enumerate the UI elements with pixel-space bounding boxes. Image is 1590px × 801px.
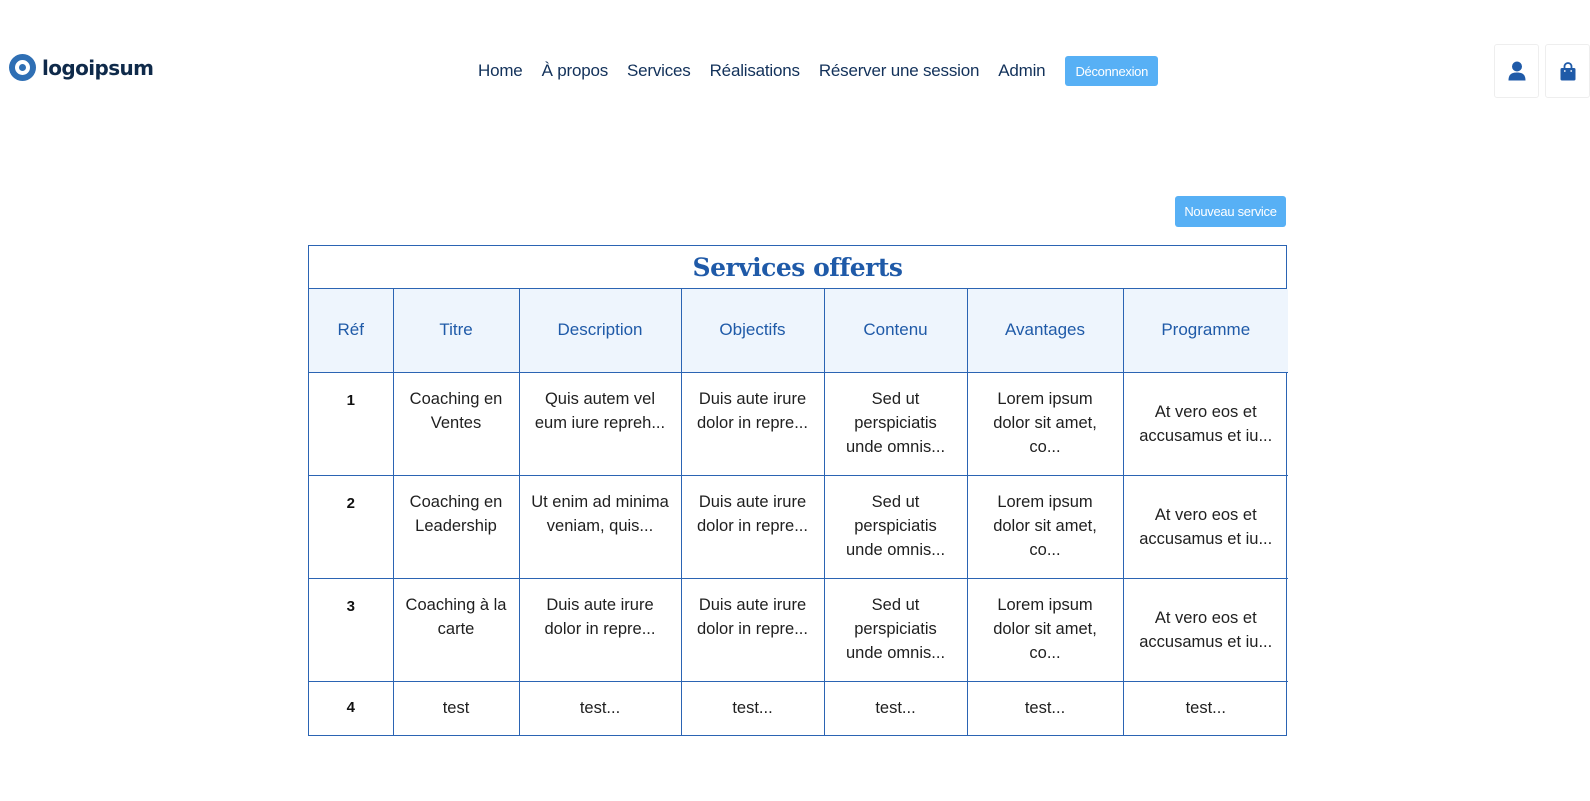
cell-avantages: test... — [966, 680, 1124, 735]
logo-text: logoipsum — [42, 55, 154, 80]
cell-ref: 1 — [309, 371, 394, 476]
cell-programme: At vero eos et accusamus et iu... — [1122, 474, 1288, 579]
new-service-button[interactable]: Nouveau service — [1175, 196, 1286, 227]
cell-avantages: Lorem ipsum dolor sit amet, co... — [966, 474, 1124, 579]
table-row[interactable]: 2 Coaching en Leadership Ut enim ad mini… — [309, 474, 1288, 579]
column-header-avantages: Avantages — [966, 289, 1124, 373]
cart-button[interactable] — [1545, 44, 1590, 98]
account-button[interactable] — [1494, 44, 1539, 98]
nav-link-about[interactable]: À propos — [542, 61, 609, 81]
cell-contenu: test... — [823, 680, 968, 735]
site-header: logoipsum Home À propos Services Réalisa… — [0, 0, 1590, 140]
cell-ref: 4 — [309, 680, 394, 735]
main-nav: Home À propos Services Réalisations Rése… — [478, 56, 1159, 86]
table-row[interactable]: 1 Coaching en Ventes Quis autem vel eum … — [309, 371, 1288, 476]
table-title: Services offerts — [309, 246, 1286, 289]
cell-titre: Coaching à la carte — [392, 577, 520, 682]
cell-avantages: Lorem ipsum dolor sit amet, co... — [966, 371, 1124, 476]
cell-ref: 3 — [309, 577, 394, 682]
nav-link-book-session[interactable]: Réserver une session — [819, 61, 980, 81]
cell-description: test... — [518, 680, 682, 735]
column-header-description: Description — [518, 289, 682, 373]
logout-button[interactable]: Déconnexion — [1065, 56, 1159, 86]
cell-objectifs: test... — [680, 680, 825, 735]
table-header-row: Réf Titre Description Objectifs Contenu … — [309, 289, 1288, 373]
column-header-titre: Titre — [392, 289, 520, 373]
nav-link-services[interactable]: Services — [627, 61, 691, 81]
column-header-objectifs: Objectifs — [680, 289, 825, 373]
cell-titre: Coaching en Leadership — [392, 474, 520, 579]
cell-description: Duis aute irure dolor in repre... — [518, 577, 682, 682]
cell-ref: 2 — [309, 474, 394, 579]
services-grid: Réf Titre Description Objectifs Contenu … — [309, 289, 1288, 735]
cell-contenu: Sed ut perspiciatis unde omnis... — [823, 371, 968, 476]
table-row[interactable]: 4 test test... test... test... test... t… — [309, 680, 1288, 735]
nav-link-admin[interactable]: Admin — [998, 61, 1045, 81]
cell-programme: test... — [1122, 680, 1288, 735]
column-header-ref: Réf — [309, 289, 394, 373]
cell-titre: test — [392, 680, 520, 735]
cell-objectifs: Duis aute irure dolor in repre... — [680, 371, 825, 476]
cell-description: Ut enim ad minima veniam, quis... — [518, 474, 682, 579]
nav-link-realisations[interactable]: Réalisations — [710, 61, 800, 81]
cell-programme: At vero eos et accusamus et iu... — [1122, 371, 1288, 476]
nav-link-home[interactable]: Home — [478, 61, 523, 81]
logo[interactable]: logoipsum — [9, 54, 154, 81]
column-header-contenu: Contenu — [823, 289, 968, 373]
user-icon — [1508, 61, 1525, 81]
cell-description: Quis autem vel eum iure repreh... — [518, 371, 682, 476]
logo-mark-icon — [9, 54, 36, 81]
cell-contenu: Sed ut perspiciatis unde omnis... — [823, 577, 968, 682]
shopping-bag-icon — [1560, 61, 1575, 80]
column-header-programme: Programme — [1122, 289, 1288, 373]
cell-objectifs: Duis aute irure dolor in repre... — [680, 577, 825, 682]
services-table: Services offerts Réf Titre Description O… — [308, 245, 1288, 736]
cell-titre: Coaching en Ventes — [392, 371, 520, 476]
cell-avantages: Lorem ipsum dolor sit amet, co... — [966, 577, 1124, 682]
cell-programme: At vero eos et accusamus et iu... — [1122, 577, 1288, 682]
cell-objectifs: Duis aute irure dolor in repre... — [680, 474, 825, 579]
table-row[interactable]: 3 Coaching à la carte Duis aute irure do… — [309, 577, 1288, 682]
cell-contenu: Sed ut perspiciatis unde omnis... — [823, 474, 968, 579]
